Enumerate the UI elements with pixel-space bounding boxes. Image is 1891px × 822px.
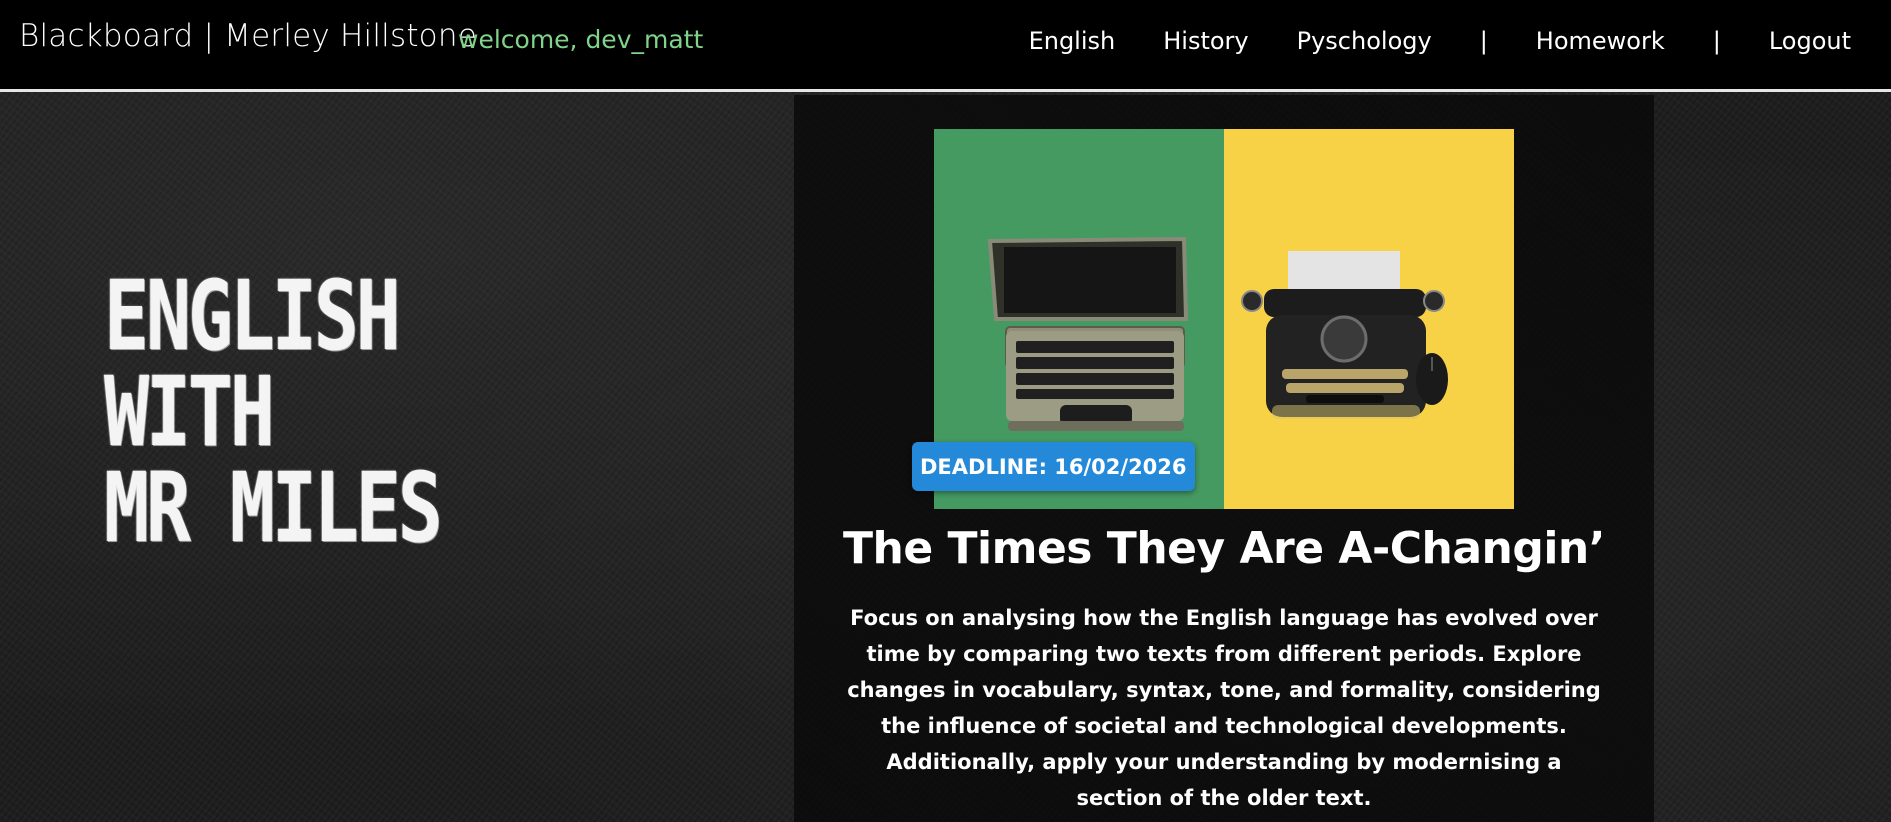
nav-link-logout[interactable]: Logout [1769, 27, 1851, 55]
chalk-heading: ENGLISH WITH MR MILES [104, 260, 443, 564]
nav-separator: | [1712, 27, 1721, 55]
top-navbar: Blackboard | Merley Hillstone welcome, d… [0, 0, 1891, 92]
assignment-title: The Times They Are A-Changin’ [843, 523, 1605, 574]
assignment-card: DEADLINE: 16/02/2026 The Times They Are … [794, 95, 1654, 822]
chalk-heading-line: WITH [104, 356, 275, 468]
mouse-icon [1416, 353, 1448, 405]
nav-separator: | [1479, 27, 1488, 55]
nav-link-history[interactable]: History [1163, 27, 1248, 55]
nav-link-english[interactable]: English [1029, 27, 1116, 55]
chalk-heading-line: MR MILES [104, 452, 443, 564]
nav-link-homework[interactable]: Homework [1536, 27, 1665, 55]
nav-link-psychology[interactable]: Pyschology [1297, 27, 1432, 55]
assignment-description: Focus on analysing how the English langu… [847, 606, 1601, 810]
laptop-icon [987, 236, 1189, 431]
welcome-message: welcome, dev_matt [458, 25, 704, 54]
site-brand[interactable]: Blackboard | Merley Hillstone [19, 18, 477, 54]
typewriter-icon [1241, 251, 1445, 419]
deadline-badge: DEADLINE: 16/02/2026 [912, 442, 1195, 491]
main-nav: English History Pyschology | Homework | … [1029, 27, 1851, 55]
chalk-heading-line: ENGLISH [104, 260, 401, 372]
